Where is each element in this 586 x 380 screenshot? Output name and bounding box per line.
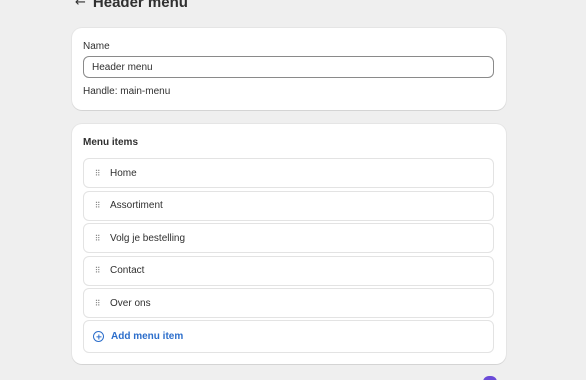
page: ← Header menu Name Handle: main-menu Men…: [0, 0, 586, 380]
menu-item-label: Over ons: [110, 297, 151, 309]
menu-item-label: Assortiment: [110, 200, 163, 211]
menu-items-card: Menu items ⠿ Home ⠿ Assortiment ⠿ Volg j…: [72, 124, 506, 364]
drag-handle-icon[interactable]: ⠿: [84, 169, 110, 178]
drag-handle-icon[interactable]: ⠿: [84, 234, 110, 243]
page-header: ← Header menu: [75, 0, 188, 11]
add-menu-item-label: Add menu item: [111, 331, 184, 342]
drag-handle-icon[interactable]: ⠿: [84, 201, 110, 210]
drag-handle-icon[interactable]: ⠿: [84, 299, 110, 308]
page-title: Header menu: [92, 0, 188, 11]
menu-item-label: Home: [110, 167, 137, 179]
add-menu-item-button[interactable]: Add menu item: [83, 320, 494, 353]
menu-item-label: Contact: [110, 265, 145, 276]
menu-item[interactable]: ⠿ Over ons: [83, 288, 494, 318]
name-input[interactable]: [83, 56, 494, 78]
menu-item[interactable]: ⠿ Volg je bestelling: [83, 223, 494, 253]
back-arrow-icon[interactable]: ←: [75, 0, 86, 9]
menu-item[interactable]: ⠿ Home: [83, 158, 494, 188]
help-badge[interactable]: [483, 376, 497, 380]
name-card: Name Handle: main-menu: [72, 28, 506, 110]
menu-item[interactable]: ⠿ Assortiment: [83, 190, 494, 221]
menu-item[interactable]: ⠿ Contact: [83, 255, 494, 286]
menu-items-list: ⠿ Home ⠿ Assortiment ⠿ Volg je bestellin…: [83, 158, 494, 321]
name-label: Name: [83, 41, 110, 52]
drag-handle-icon[interactable]: ⠿: [84, 266, 110, 275]
menu-item-label: Volg je bestelling: [110, 232, 186, 244]
plus-circle-icon: [93, 331, 104, 342]
handle-text: Handle: main-menu: [83, 86, 171, 97]
menu-items-title: Menu items: [83, 137, 139, 148]
